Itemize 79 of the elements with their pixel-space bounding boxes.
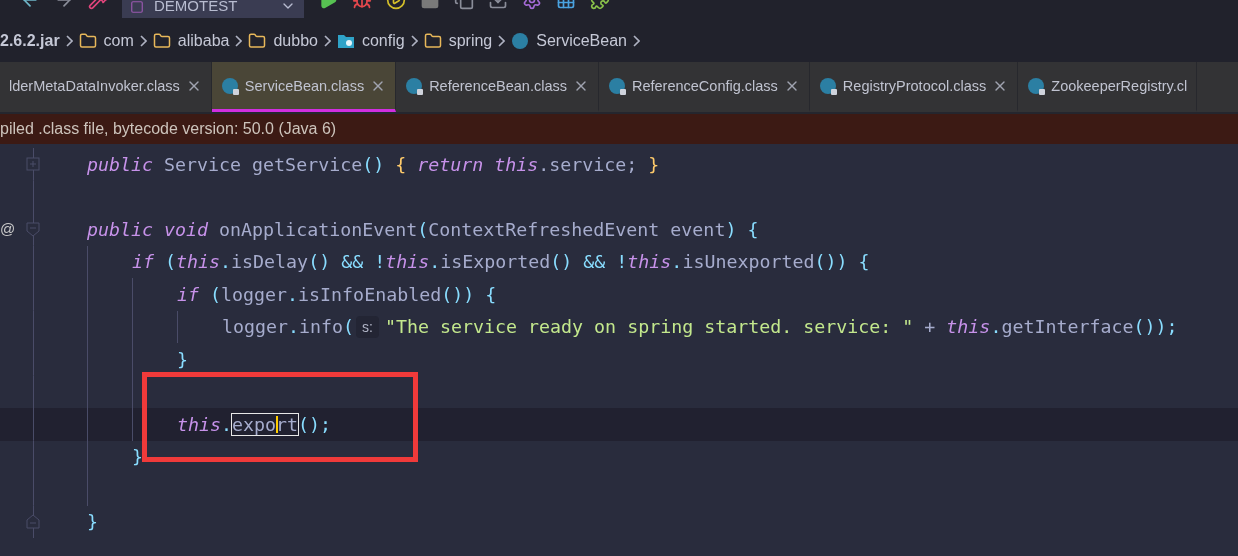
punctuation: .	[671, 251, 683, 273]
folder-icon	[248, 32, 267, 50]
chevron-icon	[65, 35, 73, 47]
breadcrumb-item[interactable]: com	[103, 32, 134, 50]
chevron-icon	[498, 35, 506, 47]
punctuation: .	[221, 413, 233, 435]
identifier: info	[299, 316, 344, 338]
punctuation: .	[220, 251, 232, 273]
editor-tab[interactable]: lderMetaDataInvoker.class	[0, 62, 212, 112]
editor-tab[interactable]: ServiceBean.class	[211, 62, 397, 112]
punctuation: (	[343, 316, 355, 338]
identifier: isInfoEnabled	[298, 283, 442, 305]
chevron-icon	[235, 35, 243, 47]
punctuation: .	[990, 316, 1002, 338]
chevron-icon	[323, 35, 331, 47]
punctuation: ()	[362, 153, 385, 175]
identifier: isExported	[440, 251, 551, 273]
punctuation: ();	[298, 413, 332, 435]
folder-icon	[152, 32, 171, 50]
punctuation: }	[132, 446, 143, 468]
punctuation: )	[725, 218, 737, 240]
breadcrumb-item[interactable]: spring	[448, 32, 493, 50]
punctuation: ()) {	[441, 283, 497, 305]
keyword: this	[946, 316, 991, 338]
keyword: public	[87, 153, 154, 175]
identifier: ContextRefreshedEvent event	[428, 218, 726, 240]
class-icon	[511, 32, 530, 50]
breadcrumb-item[interactable]: ServiceBean	[536, 32, 627, 50]
editor-tab[interactable]: ReferenceConfig.class	[598, 62, 810, 112]
chevron-icon	[139, 35, 147, 47]
punctuation: ());	[1133, 316, 1178, 338]
keyword: this	[177, 413, 222, 435]
brace: }	[647, 153, 660, 175]
identifier: Service getService	[163, 153, 363, 175]
editor-tab[interactable]: RegistryProtocol.class	[809, 62, 1019, 112]
keyword: if	[177, 283, 199, 305]
punctuation: .	[288, 316, 300, 338]
punctuation: }	[87, 511, 98, 533]
keyword: return this	[416, 153, 539, 175]
breadcrumb-item[interactable]: 2.6.2.jar	[0, 32, 60, 50]
punctuation: () && !	[308, 251, 386, 273]
keyword: this	[627, 251, 672, 273]
folder-icon	[423, 32, 442, 50]
punctuation: (	[417, 218, 429, 240]
identifier: .service;	[538, 153, 638, 175]
override-marker: @	[0, 220, 16, 238]
brace: {	[394, 153, 407, 175]
chevron-icon	[632, 35, 640, 47]
punctuation: }	[177, 348, 188, 370]
punctuation: .	[287, 283, 299, 305]
keyword: if	[132, 251, 154, 273]
identifier: isUnexported	[682, 251, 815, 273]
editor-tab[interactable]: ZookeeperRegistry.cl	[1018, 62, 1198, 112]
breadcrumb-item[interactable]: dubbo	[273, 32, 318, 50]
identifier: isDelay	[231, 251, 309, 273]
punctuation: ()) {	[814, 251, 870, 273]
identifier: onApplicationEvent	[218, 218, 418, 240]
punctuation: .	[429, 251, 441, 273]
chevron-icon	[410, 35, 418, 47]
keyword: this	[385, 251, 430, 273]
punctuation: {	[746, 218, 759, 240]
keyword: public void	[87, 218, 209, 240]
breadcrumb-item[interactable]: config	[361, 32, 405, 50]
keyword: this	[176, 251, 221, 273]
folder-icon	[78, 32, 97, 50]
identifier: +	[923, 316, 937, 338]
punctuation: () && !	[550, 251, 628, 273]
square-icon	[130, 0, 144, 14]
identifier: getInterface	[1001, 316, 1134, 338]
punctuation: (	[164, 251, 177, 273]
string-literal: "The service ready on spring started. service: "	[385, 316, 914, 338]
punctuation: (	[209, 283, 222, 305]
identifier: logger	[221, 283, 288, 305]
breadcrumb-item[interactable]: alibaba	[177, 32, 230, 50]
decompiled-notice: piled .class file, bytecode version: 50.0 (Java 6)	[0, 114, 1238, 144]
parameter-hint: s:	[356, 315, 379, 338]
identifier: logger	[222, 316, 289, 338]
run-configuration-dropdown[interactable]: DEMOTEST	[122, 0, 304, 18]
editor-tab[interactable]: ReferenceBean.class	[396, 62, 599, 112]
